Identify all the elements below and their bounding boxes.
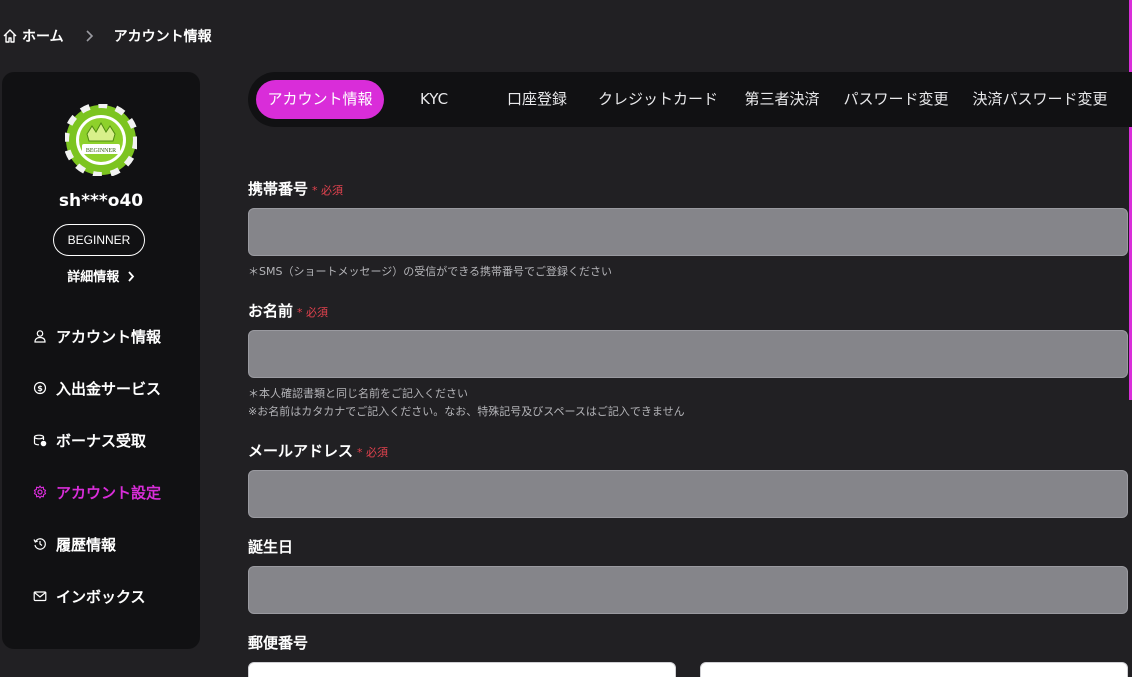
details-link[interactable]: 詳細情報 xyxy=(2,266,200,285)
required-mark: * 必須 xyxy=(312,184,344,197)
home-icon[interactable] xyxy=(2,28,18,44)
history-icon xyxy=(33,538,46,550)
rank-chip-avatar: BEGINNER xyxy=(65,104,137,176)
chevron-right-icon xyxy=(128,271,134,282)
account-settings-page: ホーム アカウント情報 BEGINNER sh***o40 BEGINNER 詳… xyxy=(0,0,1132,677)
postal-input-1[interactable] xyxy=(248,662,676,677)
birthday-input[interactable] xyxy=(248,566,1128,614)
tab-change-payment-password[interactable]: 決済パスワード変更 xyxy=(962,80,1118,119)
phone-input[interactable] xyxy=(248,208,1128,256)
sidebar-item-bonus[interactable]: ボーナス受取 xyxy=(2,414,200,466)
sidebar-item-deposit-withdraw[interactable]: $ 入出金サービス xyxy=(2,362,200,414)
sidebar-item-label: ボーナス受取 xyxy=(56,431,147,450)
email-label-text: メールアドレス xyxy=(248,442,354,460)
breadcrumb-current: アカウント情報 xyxy=(113,29,212,45)
chevron-right-icon xyxy=(86,30,93,42)
details-link-label: 詳細情報 xyxy=(67,270,120,285)
tab-credit-card[interactable]: クレジットカード xyxy=(592,80,724,119)
sidebar-item-history[interactable]: 履歴情報 xyxy=(2,518,200,570)
name-hint-1: ＊本人確認書類と同じ名前をご記入ください xyxy=(248,387,468,400)
required-mark: * 必須 xyxy=(297,306,329,319)
username: sh***o40 xyxy=(58,191,144,211)
avatar-rank-text: BEGINNER xyxy=(86,148,116,154)
settings-tabs: アカウント情報 KYC 口座登録 クレジットカード 第三者決済 パスワード変更 … xyxy=(248,72,1132,127)
sidebar-item-account-info[interactable]: アカウント情報 xyxy=(2,310,200,362)
postal-label: 郵便番号 xyxy=(248,632,308,653)
email-label: メールアドレス * 必須 xyxy=(248,440,388,461)
tab-third-party-payment[interactable]: 第三者決済 xyxy=(734,80,830,119)
sidebar-item-inbox[interactable]: インボックス xyxy=(2,570,200,622)
phone-hint: ＊SMS（ショートメッセージ）の受信ができる携帯番号でご登録ください xyxy=(248,265,613,278)
user-icon xyxy=(34,330,46,343)
sidebar-item-account-settings[interactable]: アカウント設定 xyxy=(2,466,200,518)
sidebar-nav: アカウント情報 $ 入出金サービス ボーナス受取 アカウント設定 履歴情報 イン… xyxy=(2,310,200,622)
sidebar-item-label: アカウント情報 xyxy=(56,327,162,346)
coin-icon: $ xyxy=(33,381,47,395)
email-input[interactable] xyxy=(248,470,1128,518)
tab-kyc[interactable]: KYC xyxy=(394,80,474,119)
tab-account-info[interactable]: アカウント情報 xyxy=(256,80,384,119)
birthday-label: 誕生日 xyxy=(248,536,293,557)
sidebar-item-label: 履歴情報 xyxy=(56,535,117,554)
breadcrumb: ホーム アカウント情報 xyxy=(2,25,212,47)
name-label: お名前 * 必須 xyxy=(248,300,328,321)
rank-badge[interactable]: BEGINNER xyxy=(53,224,145,256)
required-mark: * 必須 xyxy=(357,446,389,459)
sidebar-item-label: インボックス xyxy=(56,587,146,606)
tab-bank-registration[interactable]: 口座登録 xyxy=(492,80,582,119)
postal-label-text: 郵便番号 xyxy=(248,634,309,652)
postal-input-2[interactable] xyxy=(700,662,1128,677)
mail-icon xyxy=(33,591,47,602)
name-hint-2: ※お名前はカタカナでご記入ください。なお、特殊記号及びスペースはご記入できません xyxy=(248,405,685,418)
phone-label: 携帯番号 * 必須 xyxy=(248,178,343,199)
name-label-text: お名前 xyxy=(248,302,294,320)
svg-text:$: $ xyxy=(37,384,43,393)
sidebar-item-label: アカウント設定 xyxy=(56,483,162,502)
sidebar-item-label: 入出金サービス xyxy=(56,379,162,398)
bonus-icon xyxy=(33,434,47,447)
breadcrumb-home[interactable]: ホーム xyxy=(22,26,64,46)
phone-label-text: 携帯番号 xyxy=(248,180,309,198)
gear-icon xyxy=(33,485,47,499)
tab-change-password[interactable]: パスワード変更 xyxy=(838,80,954,119)
sidebar: BEGINNER sh***o40 BEGINNER 詳細情報 アカウント情報 … xyxy=(2,72,200,649)
name-input[interactable] xyxy=(248,330,1128,378)
birthday-label-text: 誕生日 xyxy=(248,538,294,556)
